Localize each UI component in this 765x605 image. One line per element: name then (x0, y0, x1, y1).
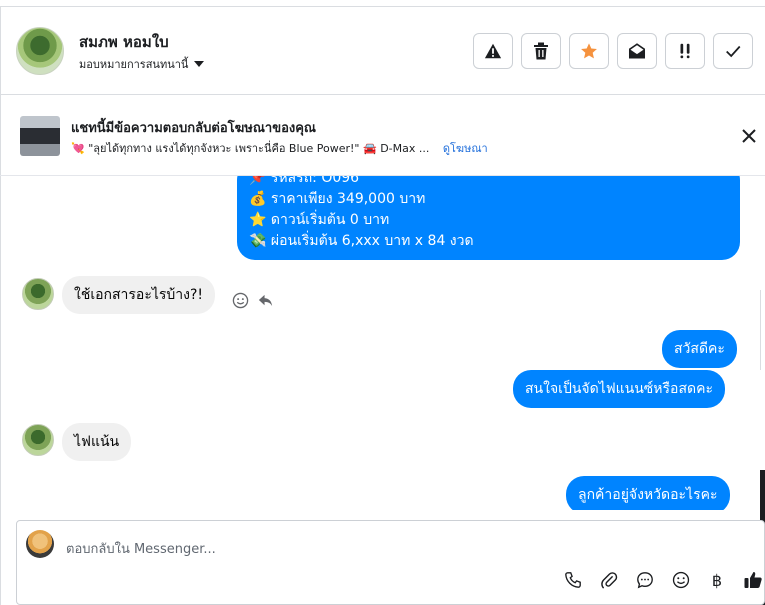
checkmark-icon (726, 45, 741, 58)
priority-button[interactable] (665, 33, 705, 69)
assign-label: มอบหมายการสนทนานี้ (79, 58, 189, 71)
ad-thumbnail (20, 116, 60, 156)
composer-toolbar: ฿ (562, 569, 764, 591)
car-code-text: รหัสรถ: O096 (270, 176, 360, 186)
emoji-button[interactable] (670, 569, 692, 591)
reply-input[interactable]: ตอบกลับใน Messenger... (66, 538, 216, 559)
attach-file-button[interactable] (598, 569, 620, 591)
ad-banner-title: แชทนี้มีข้อความตอบกลับต่อโฆษณาของคุณ (71, 121, 316, 136)
contact-name[interactable]: สมภพ หอมใบ (79, 30, 169, 54)
caret-down-icon (194, 61, 205, 67)
outgoing-message-bubble: สนใจเป็นจัดไฟแนนซ์หรือสดคะ (513, 370, 725, 408)
page-avatar (26, 530, 54, 558)
chat-bubble-icon (637, 572, 653, 589)
warning-icon (484, 43, 502, 59)
like-button[interactable] (742, 569, 764, 591)
incoming-message-bubble: ใช้เอกสารอะไรบ้าง?! (62, 276, 216, 314)
incoming-message-bubble: ไฟแน้น (62, 423, 132, 461)
money-wings-emoji-icon: 💸 (249, 233, 267, 249)
star-emoji-icon: ⭐ (249, 212, 267, 228)
reply-composer: ตอบกลับใน Messenger... ฿ (16, 520, 765, 605)
conversation-header: สมภพ หอมใบ มอบหมายการสนทนานี้ (0, 7, 765, 95)
ad-snippet-tail: D-Max ... (380, 142, 430, 155)
outgoing-message-bubble: ลูกค้าอยู่จังหวัดอะไรคะ (566, 476, 730, 510)
double-exclamation-icon (680, 43, 690, 59)
reply-icon[interactable] (257, 292, 274, 309)
outgoing-message-bubble: สวัสดีคะ (662, 330, 737, 368)
installment-text: ผ่อนเริ่มต้น 6,xxx บาท x 84 งวด (270, 233, 474, 249)
message-thread[interactable]: 📌 รหัสรถ: O096 💰 ราคาเพียง 349,000 บาท ⭐… (0, 176, 765, 510)
car-info-line: 💸 ผ่อนเริ่มต้น 6,xxx บาท x 84 งวด (249, 231, 728, 252)
car-emoji-icon: 🚘 (363, 142, 377, 155)
view-ad-link[interactable]: ดูโฆษณา (443, 142, 488, 155)
smiley-icon (672, 571, 690, 589)
paperclip-icon (601, 572, 618, 589)
down-payment-text: ดาวน์เริ่มต้น 0 บาท (270, 212, 390, 228)
phone-call-button[interactable] (562, 569, 584, 591)
message-actions (232, 292, 274, 309)
thumbs-up-icon (744, 572, 762, 588)
contact-avatar-small (22, 278, 54, 310)
saved-replies-button[interactable] (634, 569, 656, 591)
ad-snippet-line: 💘 "ลุยได้ทุกทาง แรงได้ทุกจังหวะ เพราะนี่… (71, 139, 488, 157)
mark-unread-button[interactable] (617, 33, 657, 69)
star-icon (581, 43, 597, 59)
outgoing-car-info-bubble: 📌 รหัสรถ: O096 💰 ราคาเพียง 349,000 บาท ⭐… (237, 176, 740, 260)
mark-done-button[interactable] (713, 33, 753, 69)
ad-snippet: "ลุยได้ทุกทาง แรงได้ทุกจังหวะ เพราะนี่คื… (88, 142, 360, 155)
ad-reply-banner: แชทนี้มีข้อความตอบกลับต่อโฆษณาของคุณ 💘 "… (0, 96, 765, 176)
heart-emoji-icon: 💘 (71, 142, 85, 155)
baht-icon: ฿ (711, 570, 723, 590)
money-bag-emoji-icon: 💰 (249, 191, 267, 207)
contact-avatar[interactable] (16, 27, 64, 75)
car-info-line: ⭐ ดาวน์เริ่มต้น 0 บาท (249, 210, 728, 231)
open-envelope-icon (628, 43, 646, 59)
close-icon[interactable] (740, 127, 758, 145)
report-button[interactable] (473, 33, 513, 69)
car-info-line: 💰 ราคาเพียง 349,000 บาท (249, 189, 728, 210)
car-price-text: ราคาเพียง 349,000 บาท (270, 191, 426, 207)
pin-emoji-icon: 📌 (249, 176, 267, 186)
assign-conversation-dropdown[interactable]: มอบหมายการสนทนานี้ (79, 55, 205, 73)
trash-icon (534, 42, 548, 60)
car-info-line: 📌 รหัสรถ: O096 (249, 176, 728, 189)
smiley-react-icon[interactable] (232, 292, 249, 309)
phone-icon (565, 572, 581, 588)
delete-button[interactable] (521, 33, 561, 69)
payment-button[interactable]: ฿ (706, 569, 728, 591)
contact-avatar-small (22, 424, 54, 456)
side-panel-edge (760, 290, 765, 370)
star-button[interactable] (569, 33, 609, 69)
